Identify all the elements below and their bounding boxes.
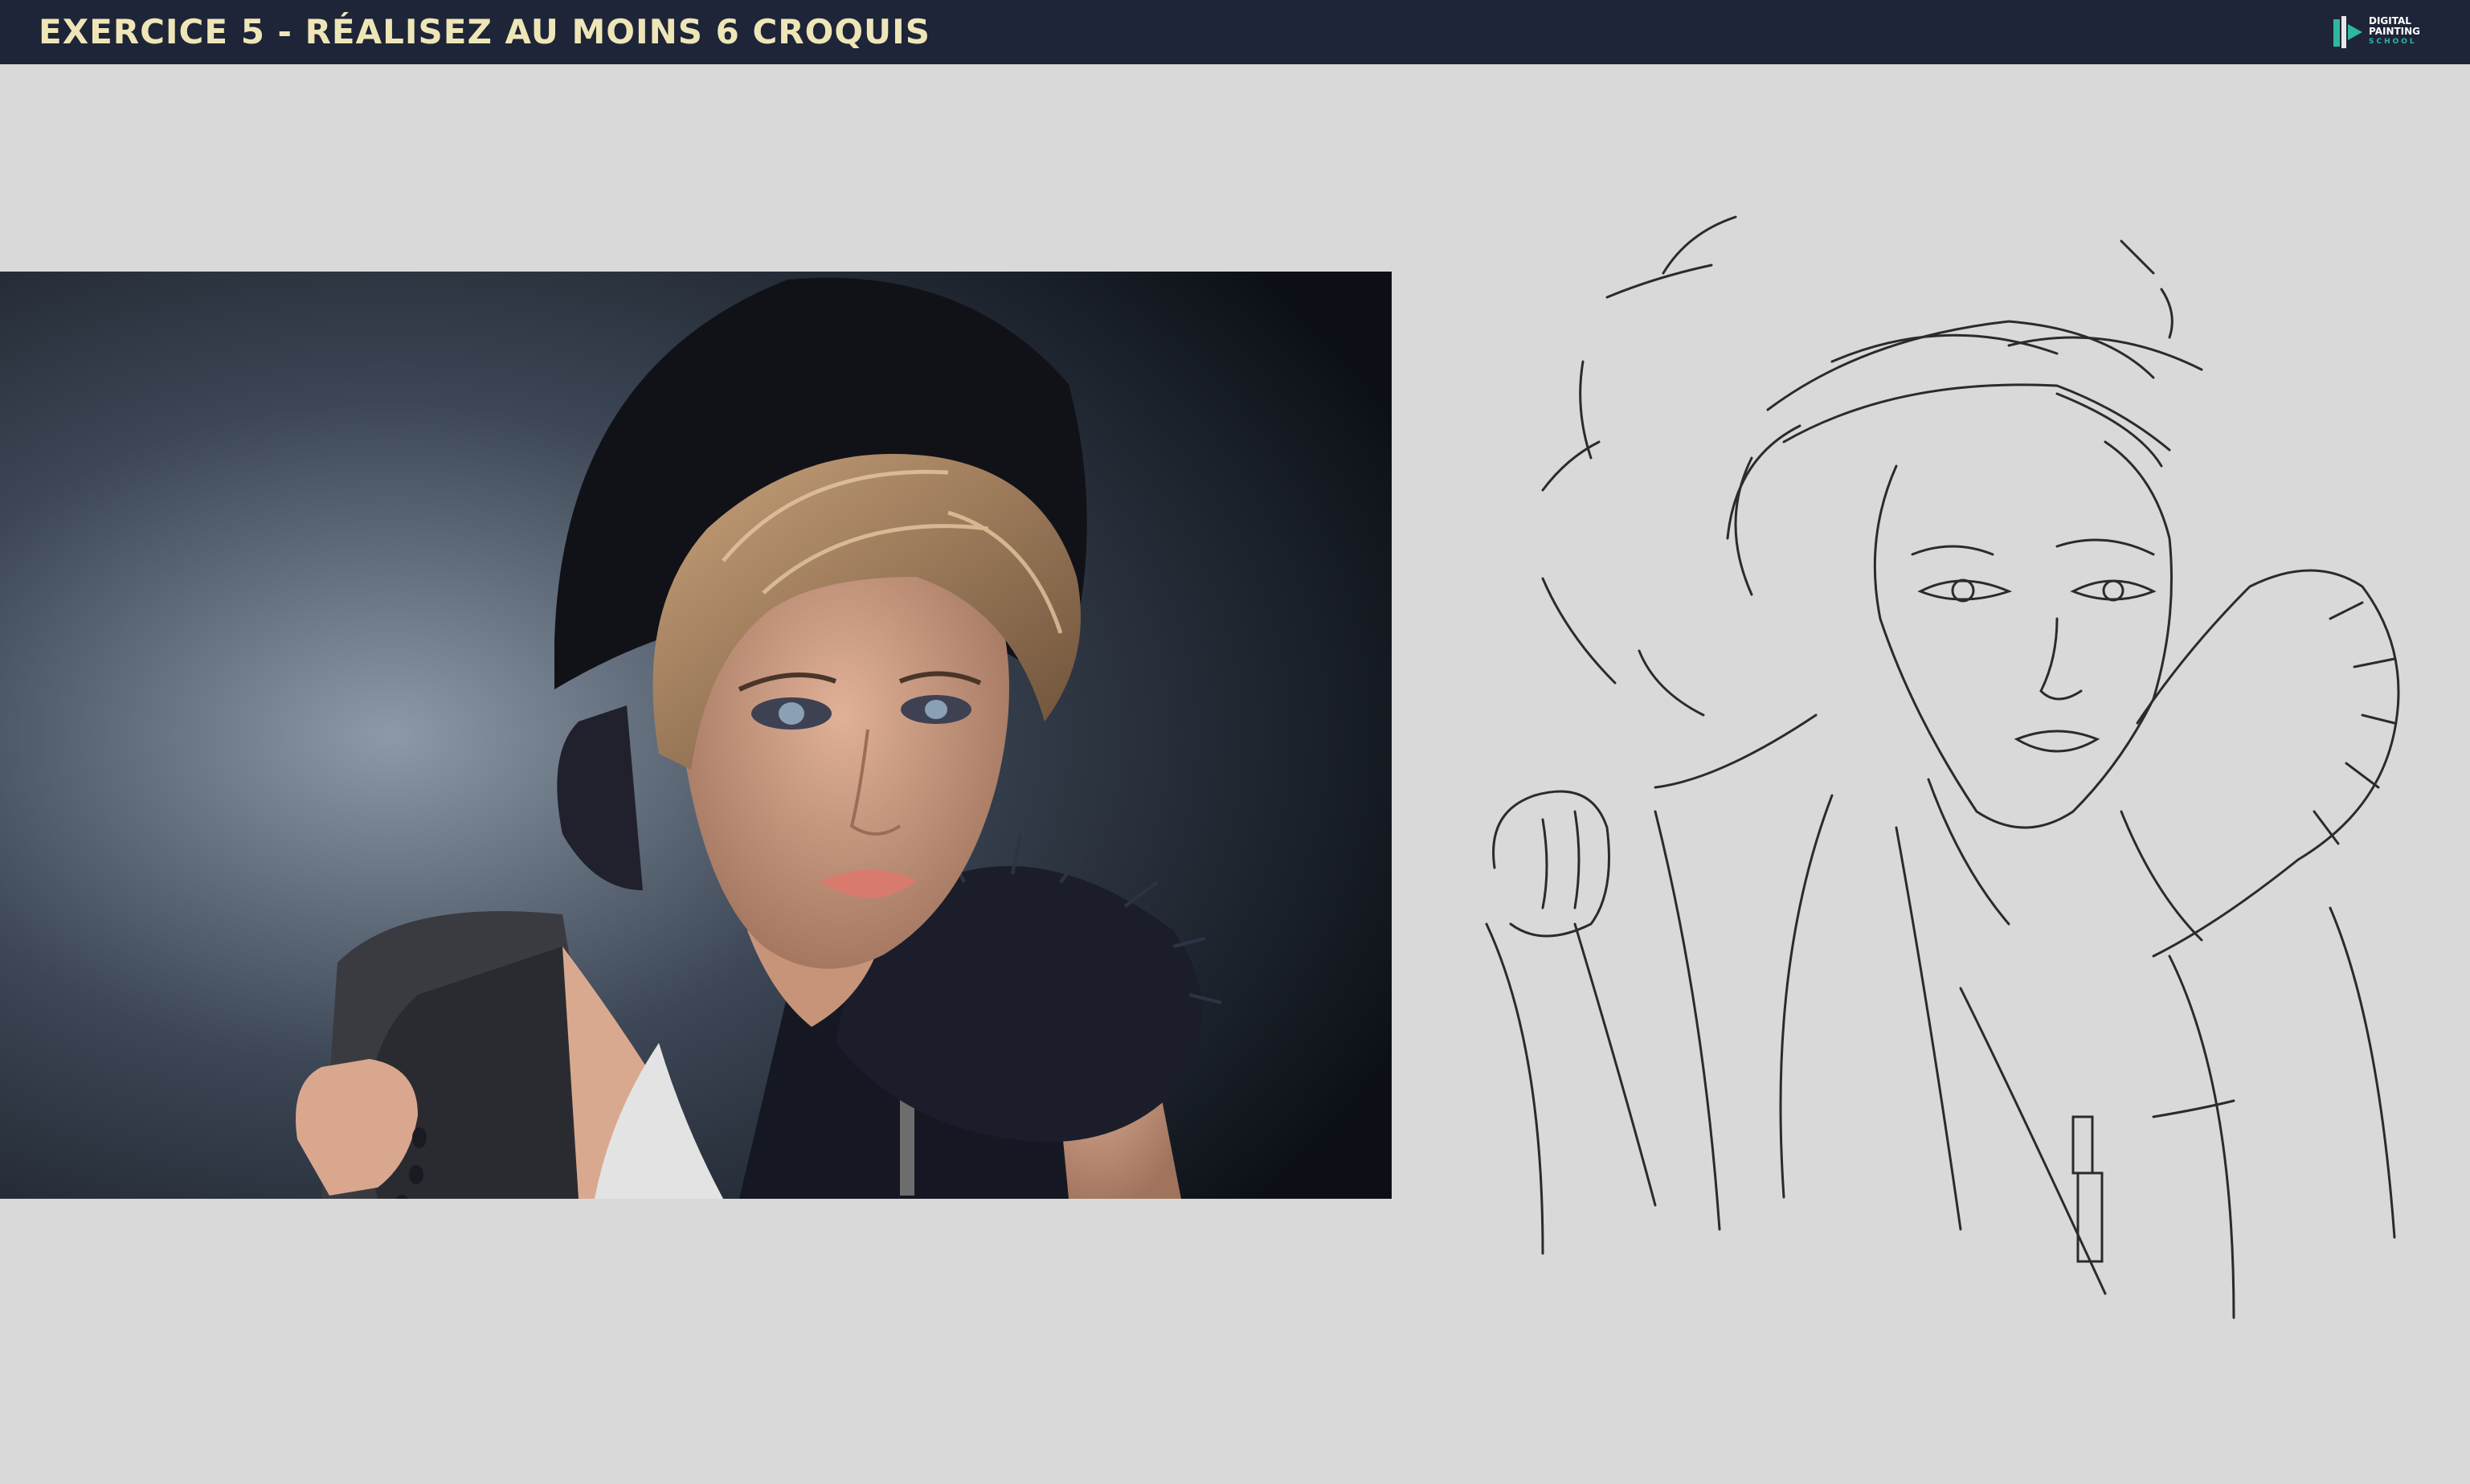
brush-icon <box>2333 16 2362 48</box>
line-sketch <box>1485 215 2400 1319</box>
logo-line-3: SCHOOL <box>2369 38 2417 46</box>
logo: DIGITAL PAINTING SCHOOL <box>2330 13 2435 51</box>
header-bar: EXERCICE 5 - RÉALISEZ AU MOINS 6 CROQUIS… <box>0 0 2470 64</box>
logo-line-2: PAINTING <box>2369 26 2421 37</box>
page-title: EXERCICE 5 - RÉALISEZ AU MOINS 6 CROQUIS <box>39 12 931 51</box>
reference-photo <box>0 272 1392 1199</box>
logo-line-1: DIGITAL <box>2369 15 2411 27</box>
